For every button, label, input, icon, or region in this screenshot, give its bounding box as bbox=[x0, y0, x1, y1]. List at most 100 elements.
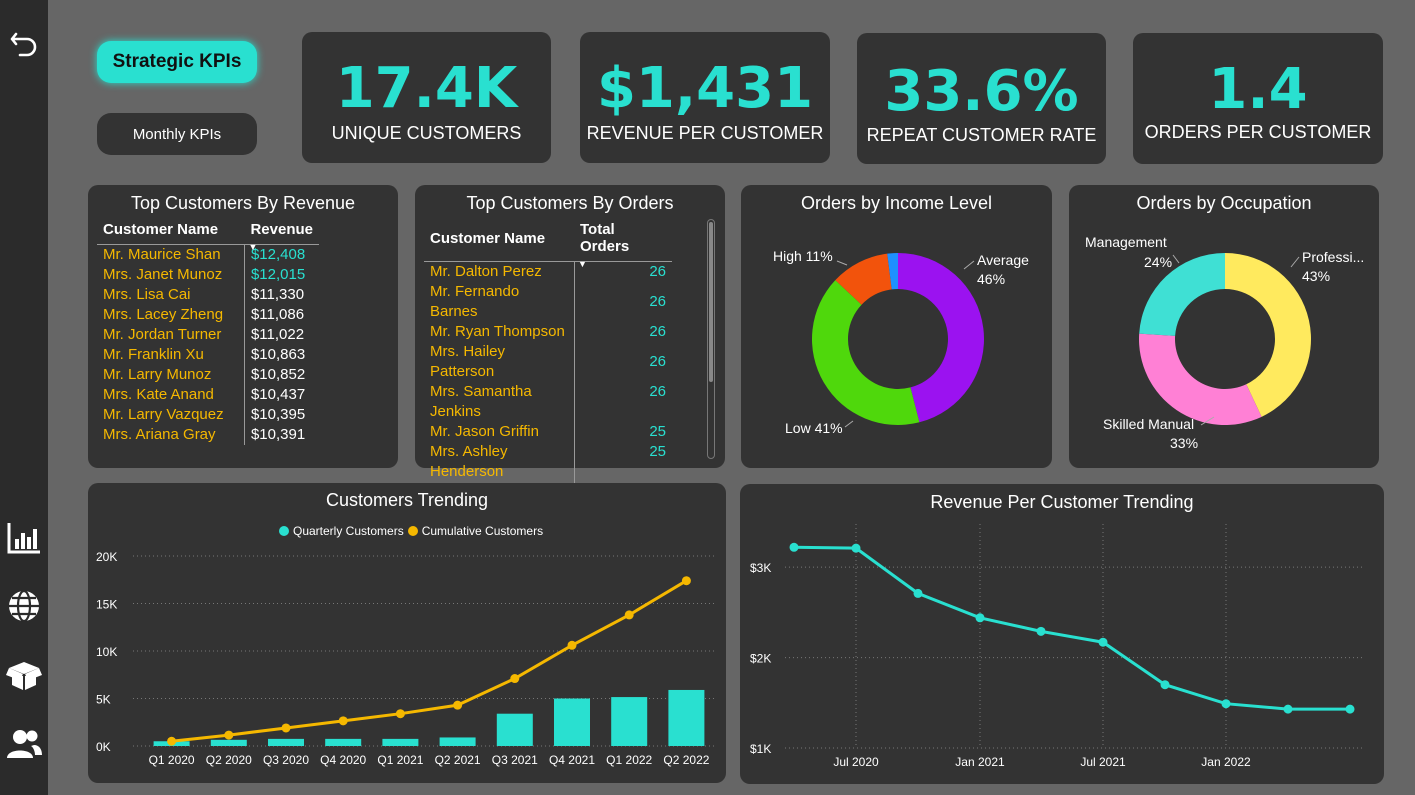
value-cell: 25 bbox=[573, 422, 672, 442]
cumulative-point[interactable] bbox=[453, 700, 463, 710]
table-row[interactable]: Mr. Maurice Shan $12,408 bbox=[97, 244, 319, 265]
revenue-point[interactable] bbox=[1160, 680, 1170, 690]
kpi-value: 17.4K bbox=[335, 56, 518, 121]
column-header-customer-name[interactable]: Customer Name bbox=[424, 221, 574, 262]
scrollbar-thumb[interactable] bbox=[709, 222, 713, 382]
x-tick-label: Q2 2021 bbox=[435, 753, 481, 767]
column-header-label: Revenue bbox=[250, 221, 313, 238]
value-cell: $10,437 bbox=[243, 385, 319, 405]
bar[interactable] bbox=[668, 689, 705, 746]
revenue-line bbox=[793, 545, 1350, 711]
table-row[interactable]: Mr. Larry Vazquez $10,395 bbox=[97, 405, 319, 425]
kpi-card-revenue-per-customer: $1,431 REVENUE PER CUSTOMER bbox=[580, 32, 830, 163]
table-row[interactable]: Mrs. Lisa Cai $11,330 bbox=[97, 285, 319, 305]
revenue-point[interactable] bbox=[975, 613, 985, 623]
bar[interactable] bbox=[611, 697, 648, 746]
table-row[interactable]: Mrs. Janet Munoz $12,015 bbox=[97, 265, 319, 285]
revenue-trending-chart: $3K $2K $1K Jul 2020 Jan 2021 Jul 2021 Jan 202… bbox=[750, 524, 1362, 769]
cumulative-point[interactable] bbox=[281, 723, 291, 733]
customers-trending-chart: 20K 15K 10K 5K 0K Q1 2020 Q2 2020 Q3 2020 Q4 202… bbox=[96, 550, 715, 767]
leader-line bbox=[844, 420, 854, 428]
kpi-label: REPEAT CUSTOMER RATE bbox=[866, 125, 1097, 145]
cumulative-point[interactable] bbox=[624, 610, 634, 620]
back-arrow-icon[interactable] bbox=[4, 22, 44, 62]
strategic-kpis-button[interactable]: Strategic KPIs bbox=[97, 41, 257, 83]
income-slice-low[interactable] bbox=[812, 280, 920, 425]
customer-name-cell: Mr. Fernando Barnes bbox=[430, 283, 520, 320]
cumulative-point[interactable] bbox=[224, 730, 234, 740]
cumulative-point[interactable] bbox=[167, 736, 177, 746]
kpi-card-orders-per-customer: 1.4 ORDERS PER CUSTOMER bbox=[1133, 33, 1383, 164]
bar[interactable] bbox=[268, 738, 304, 746]
revenue-point[interactable] bbox=[1036, 626, 1046, 636]
table-row[interactable]: Mr. Fernando Barnes 26 bbox=[424, 282, 672, 322]
cumulative-point[interactable] bbox=[510, 674, 520, 684]
table-row[interactable]: Mr. Larry Munoz $10,852 bbox=[97, 365, 319, 385]
kpi-value: 1.4 bbox=[1208, 57, 1308, 122]
x-tick-label: Jul 2020 bbox=[833, 755, 879, 769]
table-row[interactable]: Mrs. Kate Anand $10,437 bbox=[97, 385, 319, 405]
revenue-point[interactable] bbox=[1283, 704, 1293, 714]
customer-name-cell: Mrs. Lacey Zheng bbox=[103, 306, 224, 323]
value-cell: 26 bbox=[573, 382, 672, 402]
pie-label-professional-name: Professi... bbox=[1302, 249, 1365, 265]
globe-icon[interactable] bbox=[4, 586, 44, 626]
revenue-point[interactable] bbox=[789, 542, 799, 552]
revenue-point[interactable] bbox=[851, 543, 861, 553]
open-box-icon[interactable] bbox=[4, 655, 44, 695]
monthly-kpis-button[interactable]: Monthly KPIs bbox=[97, 113, 257, 155]
table-row[interactable]: Mr. Franklin Xu $10,863 bbox=[97, 345, 319, 365]
revenue-table: Customer Name Revenue ▼ Mr. Maurice Shan $… bbox=[97, 221, 319, 445]
table-row[interactable]: Jenkins bbox=[424, 402, 672, 422]
kpi-label: REVENUE PER CUSTOMER bbox=[586, 123, 824, 143]
customer-name-cell: Mr. Maurice Shan bbox=[103, 246, 221, 263]
cumulative-point[interactable] bbox=[338, 716, 348, 726]
bar[interactable] bbox=[210, 739, 247, 746]
bar[interactable] bbox=[382, 738, 419, 746]
sort-descending-icon: ▼ bbox=[248, 242, 258, 252]
table-row[interactable]: Mr. Dalton Perez 26 bbox=[424, 261, 672, 282]
occupation-card: Orders by Occupation Management 24% Prof… bbox=[1069, 185, 1379, 468]
orders-table: Customer Name Total Orders ▼ Mr. Dalton P… bbox=[424, 221, 672, 522]
table-scrollbar[interactable] bbox=[707, 219, 715, 459]
cumulative-point[interactable] bbox=[395, 709, 405, 719]
bar[interactable] bbox=[439, 737, 476, 746]
x-tick-label: Jan 2021 bbox=[955, 755, 1005, 769]
table-row[interactable]: Mrs. Samantha 26 bbox=[424, 382, 672, 402]
customer-name-cell: Mrs. Ariana Gray bbox=[103, 426, 216, 443]
revenue-point[interactable] bbox=[1345, 704, 1355, 714]
customer-name-cell: Mr. Franklin Xu bbox=[103, 346, 204, 363]
column-header-customer-name[interactable]: Customer Name bbox=[97, 221, 245, 245]
cumulative-point[interactable] bbox=[567, 640, 577, 650]
value-cell: $11,330 bbox=[243, 285, 319, 305]
bar-chart-icon[interactable] bbox=[4, 518, 44, 558]
column-header-total-orders[interactable]: Total Orders ▼ bbox=[574, 221, 672, 269]
table-row[interactable]: Henderson bbox=[424, 462, 672, 482]
table-row[interactable]: Mrs. Hailey Patterson 26 bbox=[424, 342, 672, 382]
income-level-card: Orders by Income Level High 11% Average … bbox=[741, 185, 1052, 468]
table-row[interactable]: Mr. Ryan Thompson 26 bbox=[424, 322, 672, 342]
occupation-slice-skilled-manual[interactable] bbox=[1139, 333, 1262, 425]
table-row[interactable]: Mrs. Ashley 25 bbox=[424, 442, 672, 462]
revenue-point[interactable] bbox=[1098, 637, 1108, 647]
column-header-label: Total Orders bbox=[580, 221, 630, 255]
pie-label-management-name: Management bbox=[1085, 234, 1167, 250]
table-row[interactable]: Mr. Jordan Turner $11,022 bbox=[97, 325, 319, 345]
y-tick-label: $2K bbox=[750, 652, 771, 666]
column-header-revenue[interactable]: Revenue ▼ bbox=[244, 221, 319, 252]
cumulative-point[interactable] bbox=[681, 576, 691, 586]
bar[interactable] bbox=[554, 698, 590, 747]
pie-label-management-pct: 24% bbox=[1144, 254, 1173, 270]
pie-label-average-name: Average bbox=[977, 252, 1029, 268]
revenue-point[interactable] bbox=[913, 588, 923, 598]
bar[interactable] bbox=[325, 738, 362, 746]
x-tick-label: Q1 2022 bbox=[606, 753, 652, 767]
cumulative-line bbox=[171, 579, 688, 743]
bar[interactable] bbox=[496, 713, 533, 746]
revenue-point[interactable] bbox=[1221, 699, 1231, 709]
users-icon[interactable] bbox=[4, 724, 44, 764]
table-row[interactable]: Mrs. Lacey Zheng $11,086 bbox=[97, 305, 319, 325]
kpi-card-repeat-customer-rate: 33.6% REPEAT CUSTOMER RATE bbox=[857, 33, 1106, 164]
table-row[interactable]: Mrs. Ariana Gray $10,391 bbox=[97, 425, 319, 445]
table-row[interactable]: Mr. Jason Griffin 25 bbox=[424, 422, 672, 442]
